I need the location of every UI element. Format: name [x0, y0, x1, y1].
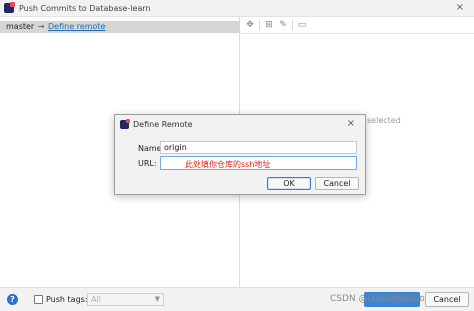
close-icon[interactable]: ×	[456, 2, 464, 13]
window-titlebar: Push Commits to Database-learn ×	[0, 0, 474, 17]
arrow-icon: →	[37, 22, 45, 31]
local-branch: master	[6, 22, 35, 31]
empty-state-text: selected	[367, 116, 401, 125]
group-by-icon[interactable]: ⊞	[264, 20, 274, 30]
preview-icon[interactable]: ▭	[297, 20, 307, 30]
window-title: Push Commits to Database-learn	[19, 4, 151, 13]
url-label: URL:	[138, 159, 157, 168]
close-icon[interactable]: ×	[347, 118, 355, 129]
toolbar-divider	[292, 20, 293, 30]
cancel-button[interactable]: Cancel	[315, 177, 359, 190]
url-annotation: 此处填你仓库的ssh地址	[185, 160, 271, 169]
intellij-icon	[4, 2, 15, 13]
bottom-bar: ? Push tags: All ▼ CSDN @Luoluoluoluo Ca…	[0, 287, 474, 311]
dialog-title: Define Remote	[133, 120, 193, 129]
edit-icon[interactable]: ✎	[278, 20, 288, 30]
toolbar-divider	[259, 20, 260, 30]
name-input[interactable]	[160, 141, 357, 154]
define-remote-dialog: Define Remote × Name: URL: 此处填你仓库的ssh地址 …	[114, 114, 366, 195]
cancel-push-button[interactable]: Cancel	[425, 292, 469, 307]
dialog-titlebar: Define Remote ×	[115, 115, 365, 133]
chevron-down-icon: ▼	[154, 295, 160, 303]
expand-icon[interactable]: ✥	[245, 20, 255, 30]
ok-button[interactable]: OK	[267, 177, 311, 190]
commit-tree-row[interactable]: master → Define remote	[0, 21, 240, 33]
tags-select-value: All	[91, 295, 101, 304]
intellij-icon	[120, 119, 130, 129]
push-tags-checkbox[interactable]	[34, 295, 43, 304]
push-tags-label: Push tags:	[46, 295, 88, 304]
watermark: CSDN @Luoluoluoluo	[330, 294, 425, 304]
define-remote-link[interactable]: Define remote	[48, 22, 105, 31]
details-toolbar: ✥ ⊞ ✎ ▭	[241, 17, 474, 34]
help-icon[interactable]: ?	[7, 294, 18, 305]
tags-select[interactable]: All ▼	[87, 293, 164, 306]
